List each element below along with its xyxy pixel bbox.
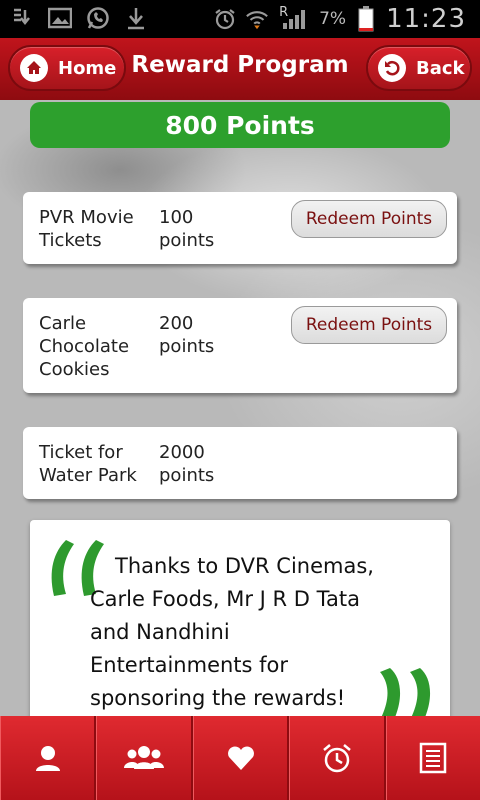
- reward-points: 2000 points: [159, 442, 215, 486]
- app-header: Home Reward Program Back: [0, 38, 480, 100]
- nav-list[interactable]: [385, 716, 480, 800]
- battery-percent: 7%: [319, 9, 347, 29]
- whatsapp-icon: [86, 6, 110, 30]
- reward-name: PVR Movie Tickets: [39, 207, 134, 251]
- alarm-icon: [213, 7, 237, 31]
- back-button[interactable]: Back: [366, 45, 472, 91]
- roaming-indicator: R: [279, 5, 289, 20]
- reward-card: Carle Chocolate Cookies 200 points Redee…: [23, 298, 457, 393]
- reward-card: Ticket for Water Park 2000 points: [23, 427, 457, 499]
- list-icon: [420, 742, 447, 774]
- download-icon: [10, 6, 34, 30]
- content-area[interactable]: 800 Points PVR Movie Tickets 100 points …: [0, 100, 480, 716]
- close-quote-icon: [380, 668, 431, 716]
- redeem-points-button[interactable]: Redeem Points: [291, 200, 447, 238]
- alarm-clock-icon: [323, 744, 351, 773]
- clock: 11:23: [386, 4, 466, 34]
- points-total: 800 Points: [30, 102, 450, 148]
- nav-alarm[interactable]: [289, 716, 386, 800]
- reward-name: Carle Chocolate Cookies: [39, 313, 130, 380]
- battery-icon: [354, 6, 378, 32]
- reward-points: 100 points: [159, 207, 215, 251]
- wifi-icon: [245, 7, 269, 31]
- redeem-points-button[interactable]: Redeem Points: [291, 306, 447, 344]
- image-icon: [48, 6, 72, 30]
- reward-points: 200 points: [159, 313, 215, 357]
- group-icon: [124, 746, 165, 769]
- status-bar: R 7% 11:23: [0, 0, 480, 38]
- sponsor-quote-text: Thanks to DVR Cinemas, Carle Foods, Mr J…: [90, 554, 374, 710]
- nav-profile[interactable]: [0, 716, 97, 800]
- reward-name: Ticket for Water Park: [39, 442, 137, 486]
- nav-group[interactable]: [96, 716, 193, 800]
- signal-icon: R: [277, 5, 311, 31]
- back-icon: [378, 54, 406, 82]
- nav-favorites[interactable]: [192, 716, 290, 800]
- sponsor-quote-card: Thanks to DVR Cinemas, Carle Foods, Mr J…: [30, 520, 450, 716]
- bottom-nav: [0, 716, 480, 800]
- heart-icon: [227, 746, 254, 770]
- back-label: Back: [416, 57, 465, 79]
- profile-icon: [35, 746, 60, 771]
- reward-card: PVR Movie Tickets 100 points Redeem Poin…: [23, 192, 457, 264]
- download-arrow-icon: [124, 6, 148, 30]
